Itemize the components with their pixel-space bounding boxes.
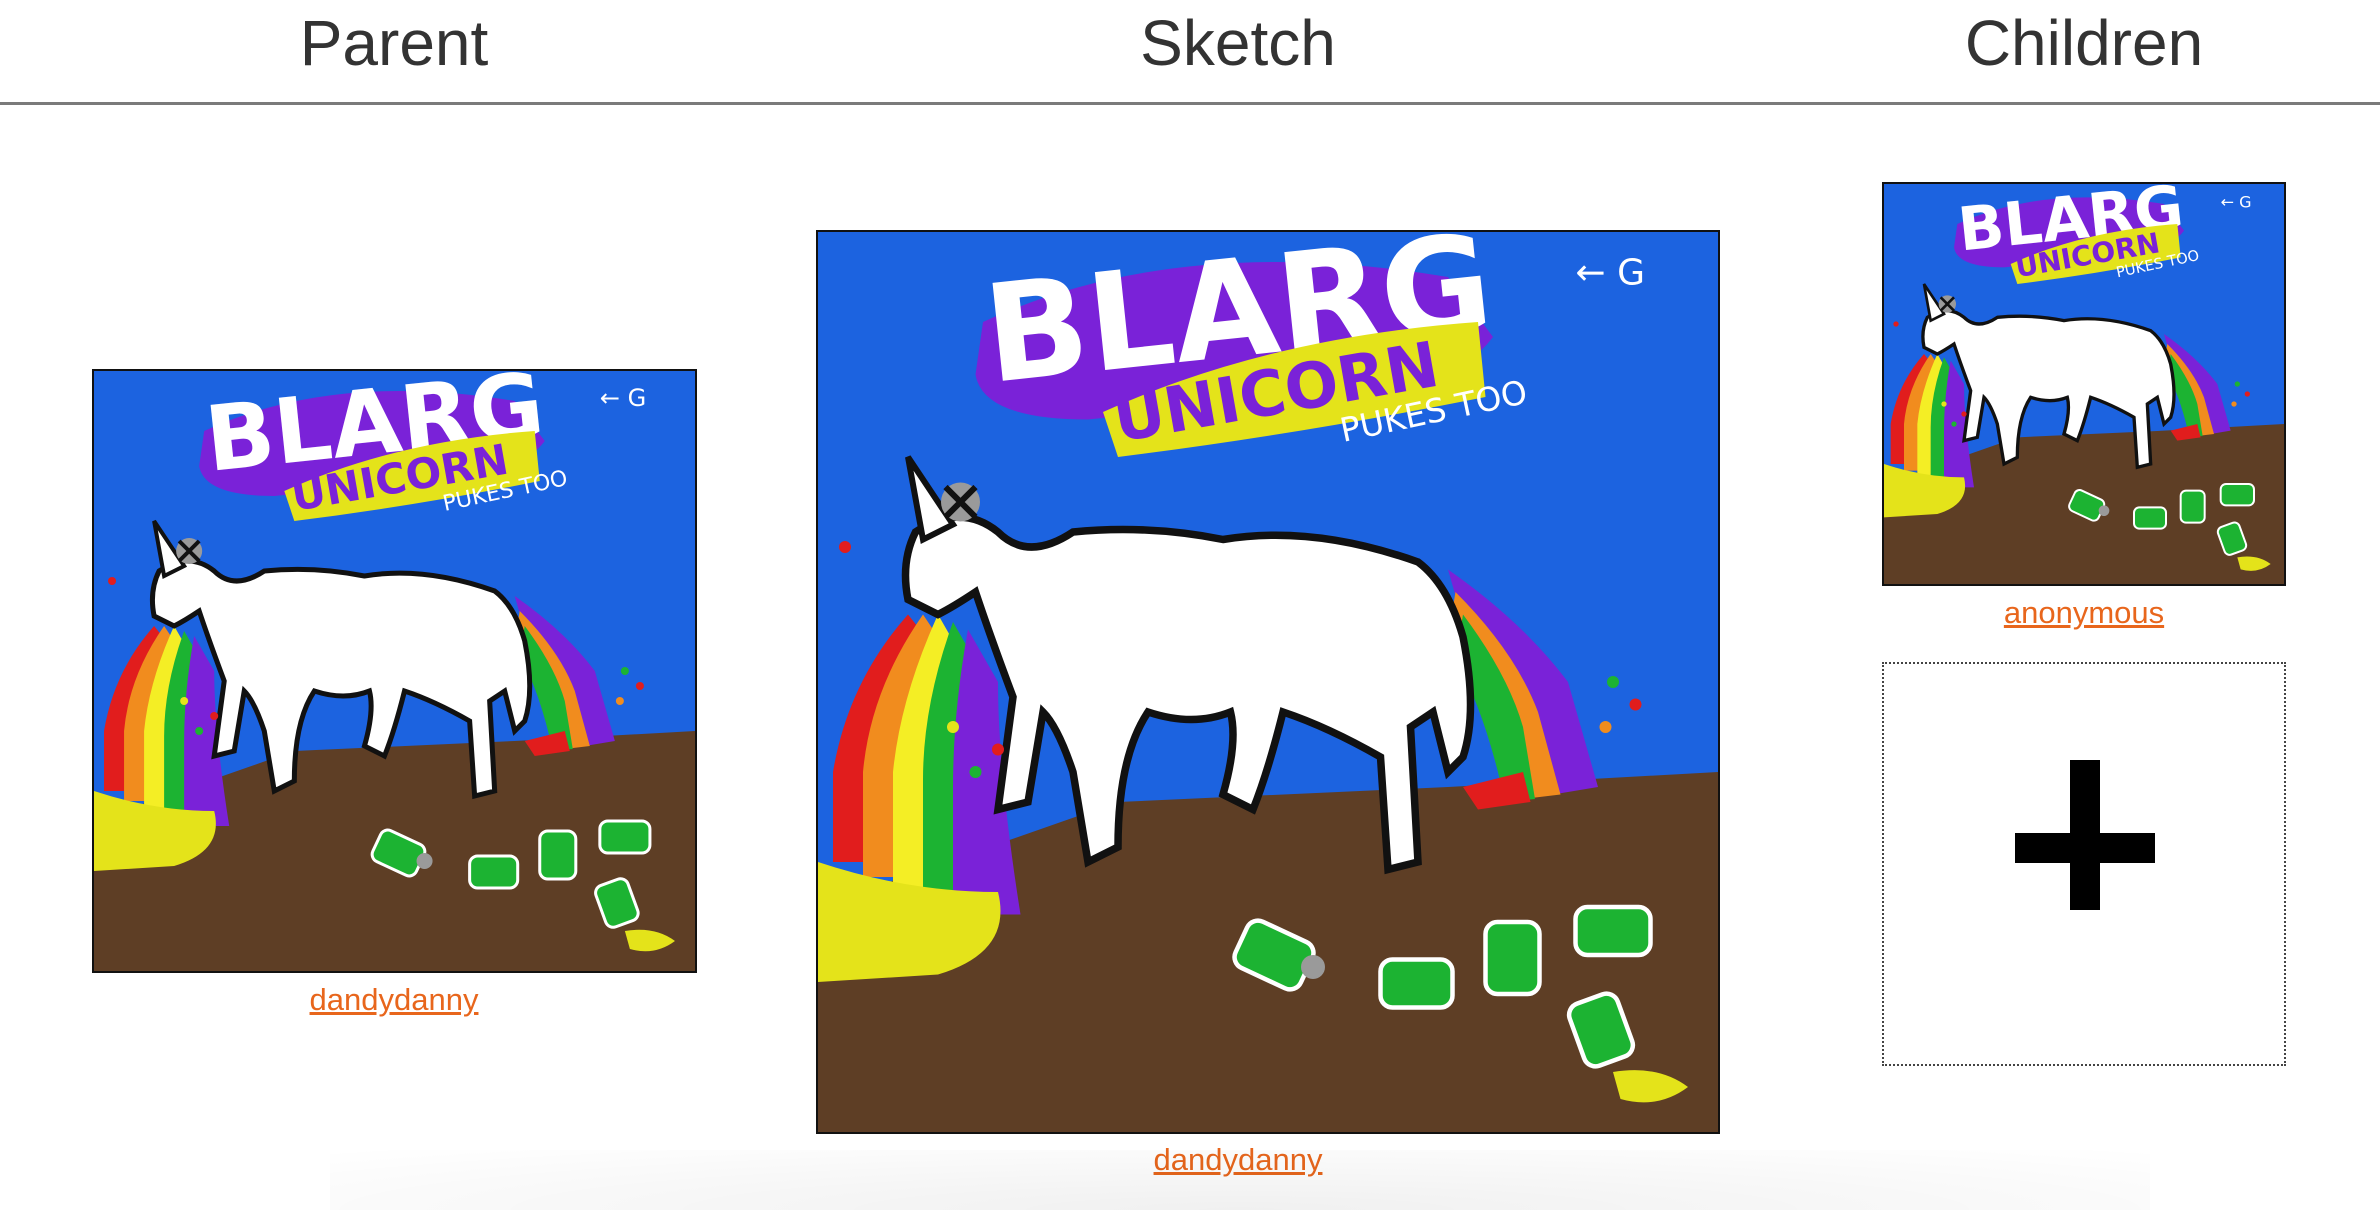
child-author-link[interactable]: anonymous [2004,595,2164,631]
bottom-shadow [330,1150,2150,1210]
add-child-button[interactable] [1882,662,2286,1066]
main-sketch-image[interactable] [816,230,1720,1134]
parent-column-title: Parent [299,7,489,79]
sketch-column-title: Sketch [1140,7,1336,79]
children-column-title: Children [1964,7,2204,79]
child-sketch-drawing [1884,184,2284,584]
parent-author-link[interactable]: dandydanny [310,982,479,1018]
child-sketch-image[interactable] [1882,182,2286,586]
parent-sketch-drawing [94,371,695,971]
parent-sketch-image[interactable] [92,369,697,973]
header-bar: Parent Sketch Children [0,0,2380,105]
main-sketch-drawing [818,232,1718,1132]
